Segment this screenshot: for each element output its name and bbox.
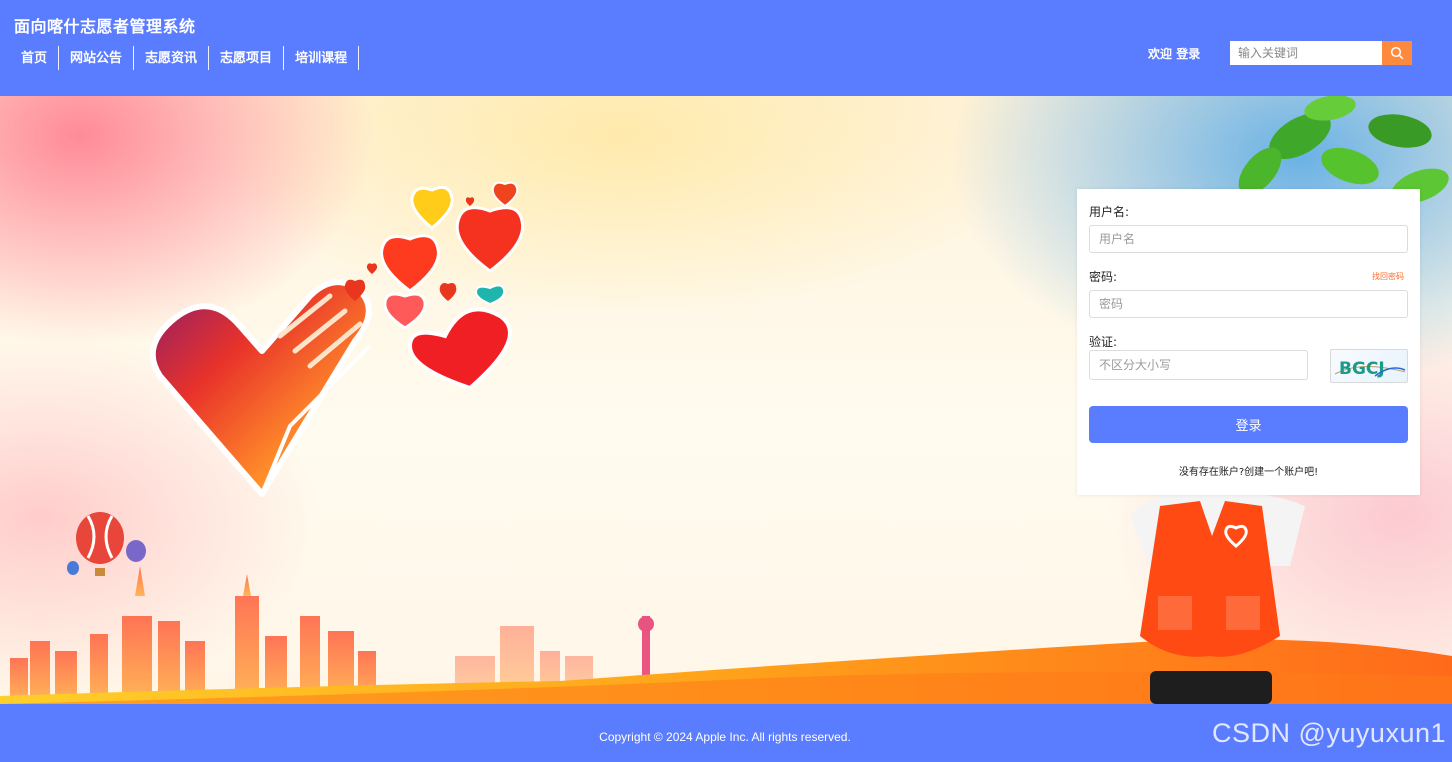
search-input[interactable] (1230, 41, 1382, 65)
captcha-input[interactable] (1089, 350, 1308, 380)
captcha-label: 验证: (1089, 335, 1118, 349)
search-box (1230, 41, 1412, 65)
floating-hearts (344, 181, 525, 391)
header: 面向喀什志愿者管理系统 首页 网站公告 志愿资讯 志愿项目 培训课程 欢迎 登录 (0, 0, 1452, 96)
hot-air-balloons (67, 512, 146, 576)
header-login-link[interactable]: 登录 (1176, 47, 1200, 61)
welcome-area: 欢迎 登录 (1148, 45, 1200, 62)
heart-hand-illustration (149, 279, 372, 497)
nav-item-news[interactable]: 志愿资讯 (134, 46, 210, 70)
password-label: 密码: (1089, 270, 1118, 284)
search-icon (1390, 46, 1404, 60)
footer: Copyright © 2024 Apple Inc. All rights r… (0, 704, 1452, 762)
nav-item-announcements[interactable]: 网站公告 (59, 46, 135, 70)
forgot-password-link[interactable]: 找回密码 (1372, 271, 1404, 282)
site-title: 面向喀什志愿者管理系统 (14, 17, 196, 36)
captcha-text: BGCJ (1339, 359, 1385, 379)
captcha-image[interactable]: BGCJ (1330, 349, 1408, 383)
nav-item-projects[interactable]: 志愿项目 (209, 46, 285, 70)
username-label: 用户名: (1089, 205, 1130, 219)
captcha-graphic: BGCJ (1334, 359, 1406, 379)
password-input[interactable] (1089, 290, 1408, 318)
username-input[interactable] (1089, 225, 1408, 253)
welcome-text: 欢迎 (1148, 47, 1173, 61)
main-nav: 首页 网站公告 志愿资讯 志愿项目 培训课程 (10, 46, 360, 70)
hero-banner: 用户名: 密码: 找回密码 验证: BGCJ 登录 没有存在账户?创建一个账户吧… (0, 96, 1452, 704)
nav-item-home[interactable]: 首页 (10, 46, 60, 70)
login-button[interactable]: 登录 (1089, 406, 1408, 443)
register-link[interactable]: 没有存在账户?创建一个账户吧! (1077, 463, 1420, 478)
watermark-text: CSDN @yuyuxun1 (1212, 718, 1446, 748)
search-button[interactable] (1382, 41, 1412, 65)
nav-item-training[interactable]: 培训课程 (284, 46, 360, 70)
login-form: 用户名: 密码: 找回密码 验证: BGCJ 登录 没有存在账户?创建一个账户吧… (1077, 189, 1420, 495)
